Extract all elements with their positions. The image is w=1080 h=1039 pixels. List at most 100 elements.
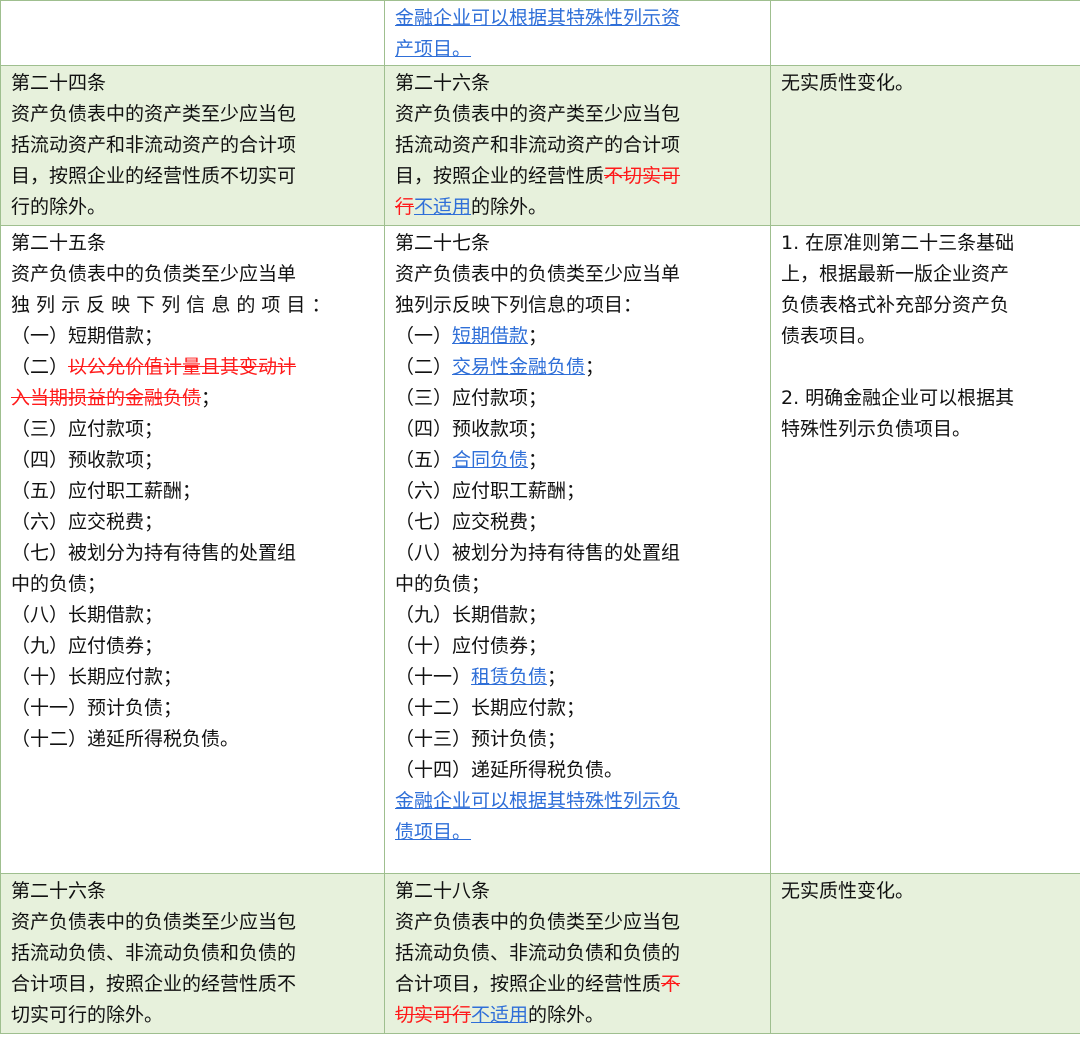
list-item: （十四）递延所得税负债。 — [395, 759, 624, 781]
old-cell — [0, 0, 385, 66]
note-cell: 无实质性变化。 — [770, 65, 1080, 226]
note-text: 特殊性列示负债项目。 — [781, 418, 972, 440]
list-item: （十三）预计负债； — [395, 728, 567, 750]
note-text: 上，根据最新一版企业资产 — [781, 263, 1010, 285]
table-row: 第二十六条 资产负债表中的负债类至少应当包 括流动负债、非流动负债和负债的 合计… — [0, 873, 1080, 1034]
text-line: 资产负债表中的负债类至少应当单 — [395, 263, 681, 285]
note-cell — [770, 0, 1080, 66]
list-item: （十）长期应付款； — [11, 666, 183, 688]
inserted-text: 产项目。 — [395, 38, 472, 60]
text-segment: （一） — [395, 325, 453, 347]
text-line: 资产负债表中的负债类至少应当单 — [11, 263, 297, 285]
list-item: 中的负债； — [11, 573, 107, 595]
text-segment: （十一） — [395, 666, 472, 688]
text-segment: ； — [528, 325, 548, 347]
text-line: 目，按照企业的经营性质不切实可 — [395, 161, 760, 192]
note-text: 2. 明确金融企业可以根据其 — [781, 387, 1015, 409]
text-line: 切实可行的除外。 — [11, 1004, 164, 1026]
article-heading: 第二十六条 — [11, 880, 107, 902]
deleted-text: 切实可行 — [395, 1004, 472, 1026]
text-segment: ； — [585, 356, 605, 378]
list-item: （二）以公允价值计量且其变动计 — [11, 352, 374, 383]
list-item: （一）短期借款； — [395, 321, 760, 352]
inserted-text: 合同负债 — [452, 449, 529, 471]
inserted-text: 不适用 — [471, 1004, 529, 1026]
new-cell: 第二十六条 资产负债表中的资产类至少应当包 括流动资产和非流动资产的合计项 目，… — [384, 65, 771, 226]
article-heading: 第二十七条 — [395, 232, 491, 254]
inserted-text: 租赁负债 — [471, 666, 548, 688]
text-line: 括流动负债、非流动负债和负债的 — [395, 942, 681, 964]
list-item: 入当期损益的金融负债； — [11, 383, 374, 414]
text-segment: ； — [201, 387, 221, 409]
text-line: 资产负债表中的资产类至少应当包 — [395, 103, 681, 125]
article-heading: 第二十八条 — [395, 880, 491, 902]
deleted-text: 不切实可 — [604, 165, 681, 187]
text-segment: （二） — [11, 356, 69, 378]
text-line: 括流动资产和非流动资产的合计项 — [395, 134, 681, 156]
text-line: 资产负债表中的负债类至少应当包 — [395, 911, 681, 933]
table-row: 第二十四条 资产负债表中的资产类至少应当包 括流动资产和非流动资产的合计项 目，… — [0, 65, 1080, 226]
text-segment: 的除外。 — [528, 1004, 605, 1026]
text-line: 行不适用的除外。 — [395, 192, 760, 223]
new-cell: 第二十七条 资产负债表中的负债类至少应当单 独列示反映下列信息的项目： （一）短… — [384, 225, 771, 874]
note-text: 1. 在原准则第二十三条基础 — [781, 232, 1015, 254]
list-item: （十二）长期应付款； — [395, 697, 586, 719]
list-item: （七）应交税费； — [395, 511, 548, 533]
list-item: （五）应付职工薪酬； — [11, 480, 202, 502]
text-line: 目，按照企业的经营性质不切实可 — [11, 165, 297, 187]
deleted-text: 不 — [661, 973, 681, 995]
text-segment: ； — [547, 666, 567, 688]
list-item: （七）被划分为持有待售的处置组 — [11, 542, 297, 564]
text-line: 合计项目，按照企业的经营性质不 — [395, 969, 760, 1000]
list-item: （八）长期借款； — [11, 604, 164, 626]
list-item: （三）应付款项； — [11, 418, 164, 440]
note-text: 无实质性变化。 — [781, 72, 915, 94]
article-heading: 第二十四条 — [11, 72, 107, 94]
list-item: （八）被划分为持有待售的处置组 — [395, 542, 681, 564]
old-cell: 第二十六条 资产负债表中的负债类至少应当包 括流动负债、非流动负债和负债的 合计… — [0, 873, 385, 1034]
inserted-text: 金融企业可以根据其特殊性列示资 — [395, 7, 681, 29]
inserted-text: 债项目。 — [395, 821, 472, 843]
note-text: 负债表格式补充部分资产负 — [781, 294, 1010, 316]
table-row: 第二十五条 资产负债表中的负债类至少应当单 独 列 示 反 映 下 列 信 息 … — [0, 225, 1080, 874]
list-item: （六）应交税费； — [11, 511, 164, 533]
new-cell: 第二十八条 资产负债表中的负债类至少应当包 括流动负债、非流动负债和负债的 合计… — [384, 873, 771, 1034]
list-item: （六）应付职工薪酬； — [395, 480, 586, 502]
deleted-text: 以公允价值计量且其变动计 — [68, 356, 297, 378]
text-line: 切实可行不适用的除外。 — [395, 1000, 760, 1031]
comparison-table: 金融企业可以根据其特殊性列示资 产项目。 第二十四条 资产负债表中的资产类至少应… — [0, 0, 1080, 1034]
list-item: （三）应付款项； — [395, 387, 548, 409]
note-cell: 1. 在原准则第二十三条基础 上，根据最新一版企业资产 负债表格式补充部分资产负… — [770, 225, 1080, 874]
list-item: （四）预收款项； — [395, 418, 548, 440]
article-heading: 第二十五条 — [11, 232, 107, 254]
new-cell: 金融企业可以根据其特殊性列示资 产项目。 — [384, 0, 771, 66]
note-cell: 无实质性变化。 — [770, 873, 1080, 1034]
list-item: （四）预收款项； — [11, 449, 164, 471]
inserted-text: 交易性金融负债 — [452, 356, 586, 378]
text-line: 独 列 示 反 映 下 列 信 息 的 项 目 ： — [11, 294, 331, 316]
list-item: 中的负债； — [395, 573, 491, 595]
deleted-text: 入当期损益的金融负债 — [11, 387, 202, 409]
text-segment: 的除外。 — [471, 196, 548, 218]
text-line: 资产负债表中的负债类至少应当包 — [11, 911, 297, 933]
text-line: 行的除外。 — [11, 196, 107, 218]
note-spacer — [781, 352, 1070, 383]
list-item: （五）合同负债； — [395, 445, 760, 476]
text-segment: 目，按照企业的经营性质 — [395, 165, 605, 187]
text-segment: ； — [528, 449, 548, 471]
text-line: 括流动资产和非流动资产的合计项 — [11, 134, 297, 156]
text-line: 合计项目，按照企业的经营性质不 — [11, 973, 297, 995]
text-segment: （二） — [395, 356, 453, 378]
list-item: （十二）递延所得税负债。 — [11, 728, 240, 750]
text-segment: （五） — [395, 449, 453, 471]
inserted-text: 不适用 — [414, 196, 472, 218]
text-segment: 合计项目，按照企业的经营性质 — [395, 973, 662, 995]
inserted-text: 金融企业可以根据其特殊性列示负 — [395, 790, 681, 812]
list-item: （十一）租赁负债； — [395, 662, 760, 693]
note-text: 债表项目。 — [781, 325, 877, 347]
list-item: （二）交易性金融负债； — [395, 352, 760, 383]
list-item: （十）应付债券； — [395, 635, 548, 657]
old-cell: 第二十五条 资产负债表中的负债类至少应当单 独 列 示 反 映 下 列 信 息 … — [0, 225, 385, 874]
text-line: 括流动负债、非流动负债和负债的 — [11, 942, 297, 964]
article-heading: 第二十六条 — [395, 72, 491, 94]
